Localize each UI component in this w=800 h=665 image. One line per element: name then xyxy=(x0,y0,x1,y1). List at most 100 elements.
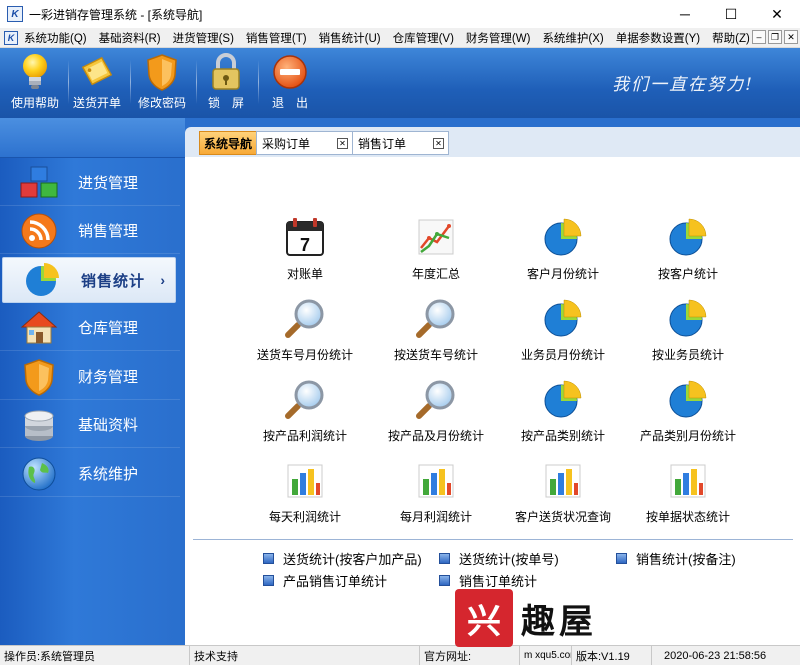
link-sales-by-remark[interactable]: 销售统计(按备注) xyxy=(616,549,736,568)
close-button[interactable]: ✕ xyxy=(754,0,800,28)
pie-chart-icon xyxy=(21,260,63,300)
pie-chart-icon xyxy=(665,214,711,260)
tab-purchase-order[interactable]: 采购订单 ✕ xyxy=(256,131,353,155)
sidebar-label-basic-data: 基础资料 xyxy=(78,417,139,434)
delivery-order-label: 送货开单 xyxy=(72,96,121,110)
line-chart-icon xyxy=(413,214,459,260)
help-button[interactable]: 使用帮助 xyxy=(2,52,68,114)
shield-icon xyxy=(144,52,180,92)
magnifier-icon xyxy=(282,295,328,341)
sidebar-header xyxy=(0,118,185,158)
svg-text:7: 7 xyxy=(300,235,310,255)
lightbulb-icon xyxy=(17,52,53,92)
chevron-right-icon: › xyxy=(160,272,165,288)
tab-sales-order[interactable]: 销售订单 ✕ xyxy=(352,131,449,155)
close-icon[interactable]: ✕ xyxy=(337,138,348,149)
function-item[interactable]: 按客户统计 xyxy=(613,214,763,290)
app-icon: K xyxy=(7,6,23,22)
sidebar-item-finance[interactable]: 财务管理 xyxy=(0,354,180,400)
function-label: 每天利润统计 xyxy=(268,510,341,524)
link-label: 销售统计(按备注) xyxy=(636,552,736,567)
watermark: 兴 趣屋 xyxy=(455,588,625,648)
sidebar-item-basic-data[interactable]: 基础资料 xyxy=(0,402,180,448)
function-label: 产品类别月份统计 xyxy=(639,429,736,443)
function-label: 按产品类别统计 xyxy=(520,429,605,443)
sidebar-item-warehouse[interactable]: 仓库管理 xyxy=(0,305,180,351)
menu-system-functions[interactable]: 系统功能(Q) xyxy=(18,30,93,46)
magnifier-icon xyxy=(282,376,328,422)
exit-button[interactable]: 退 出 xyxy=(257,52,323,114)
sidebar-label-finance: 财务管理 xyxy=(78,369,139,386)
sidebar-item-purchase[interactable]: 进货管理 xyxy=(0,160,180,206)
menu-finance[interactable]: 财务管理(W) xyxy=(460,30,537,46)
status-operator: 操作员:系统管理员 xyxy=(0,646,190,665)
minimize-button[interactable]: ─ xyxy=(662,0,708,28)
help-label: 使用帮助 xyxy=(10,96,59,110)
divider xyxy=(193,539,793,540)
sidebar-label-maintenance: 系统维护 xyxy=(78,466,139,483)
function-label: 业务员月份统计 xyxy=(520,348,605,362)
status-datetime: 2020-06-23 21:58:56 xyxy=(664,649,767,662)
stop-icon xyxy=(272,52,308,92)
tab-system-nav[interactable]: 系统导航 xyxy=(199,131,257,155)
rss-icon xyxy=(18,211,60,251)
shield-icon xyxy=(18,357,60,397)
function-item[interactable]: 送货车号月份统计 xyxy=(230,295,380,371)
menu-doc-settings[interactable]: 单据参数设置(Y) xyxy=(610,30,706,46)
pie-chart-icon xyxy=(540,295,586,341)
link-product-sales-order-stats[interactable]: 产品销售订单统计 xyxy=(263,571,387,590)
bullet-icon xyxy=(439,553,450,564)
sidebar-item-sales[interactable]: 销售管理 xyxy=(0,208,180,254)
mdi-minimize-button[interactable]: – xyxy=(752,30,766,44)
sidebar-item-maintenance[interactable]: 系统维护 xyxy=(0,451,180,497)
menu-warehouse[interactable]: 仓库管理(V) xyxy=(387,30,460,46)
function-label: 按产品及月份统计 xyxy=(387,429,484,443)
toolbar: 使用帮助 送货开单 修改密码 锁 屏 退 出 我们一直在努力! xyxy=(0,48,800,118)
function-item[interactable]: 产品类别月份统计 xyxy=(613,376,763,452)
function-label: 每月利润统计 xyxy=(399,510,472,524)
function-label: 对账单 xyxy=(286,267,323,281)
bullet-icon xyxy=(439,575,450,586)
mdi-restore-button[interactable]: ❐ xyxy=(768,30,782,44)
function-label: 客户月份统计 xyxy=(526,267,599,281)
menu-purchase[interactable]: 进货管理(S) xyxy=(167,30,240,46)
calendar-icon: 7 xyxy=(282,214,328,260)
status-support: 技术支持 xyxy=(190,646,420,665)
sidebar-item-sales-stats[interactable]: 销售统计 › xyxy=(2,257,176,303)
function-label: 按业务员统计 xyxy=(651,348,724,362)
menu-basic-data[interactable]: 基础资料(R) xyxy=(93,30,167,46)
delivery-order-button[interactable]: 送货开单 xyxy=(64,52,130,114)
bar-chart-icon xyxy=(413,457,459,503)
sidebar-label-purchase: 进货管理 xyxy=(78,175,139,192)
link-delivery-by-customer-product[interactable]: 送货统计(按客户加产品) xyxy=(263,549,422,568)
close-icon[interactable]: ✕ xyxy=(433,138,444,149)
function-item[interactable]: 7 对账单 xyxy=(230,214,380,290)
menu-sales-stats[interactable]: 销售统计(U) xyxy=(313,30,387,46)
function-label: 按送货车号统计 xyxy=(393,348,478,362)
mdi-app-icon[interactable]: K xyxy=(4,30,18,45)
sidebar-label-warehouse: 仓库管理 xyxy=(78,320,139,337)
status-website[interactable]: m xqu5.com xyxy=(520,646,572,665)
function-label: 年度汇总 xyxy=(411,267,460,281)
sidebar-label-sales: 销售管理 xyxy=(78,223,139,240)
function-label: 按客户统计 xyxy=(657,267,718,281)
function-item[interactable]: 按业务员统计 xyxy=(613,295,763,371)
sidebar-label-sales-stats: 销售统计 xyxy=(81,272,146,290)
menu-sales[interactable]: 销售管理(T) xyxy=(240,30,313,46)
lock-screen-label: 锁 屏 xyxy=(207,96,244,110)
link-delivery-by-order-no[interactable]: 送货统计(按单号) xyxy=(439,549,559,568)
lock-screen-button[interactable]: 锁 屏 xyxy=(193,52,259,114)
maximize-button[interactable]: ☐ xyxy=(708,0,754,28)
navigation-page: 送货统计(按客户加产品) 送货统计(按单号) 销售统计(按备注) 产品销售订单统… xyxy=(185,157,800,645)
menu-maintenance[interactable]: 系统维护(X) xyxy=(536,30,609,46)
function-item[interactable]: 按单据状态统计 xyxy=(613,457,763,533)
link-label: 送货统计(按单号) xyxy=(459,552,559,567)
change-password-button[interactable]: 修改密码 xyxy=(129,52,195,114)
pie-chart-icon xyxy=(540,376,586,422)
magnifier-icon xyxy=(413,295,459,341)
function-item[interactable]: 每天利润统计 xyxy=(230,457,380,533)
menu-help[interactable]: 帮助(Z) xyxy=(706,30,756,46)
house-icon xyxy=(18,308,60,348)
mdi-close-button[interactable]: ✕ xyxy=(784,30,798,44)
function-item[interactable]: 按产品利润统计 xyxy=(230,376,380,452)
